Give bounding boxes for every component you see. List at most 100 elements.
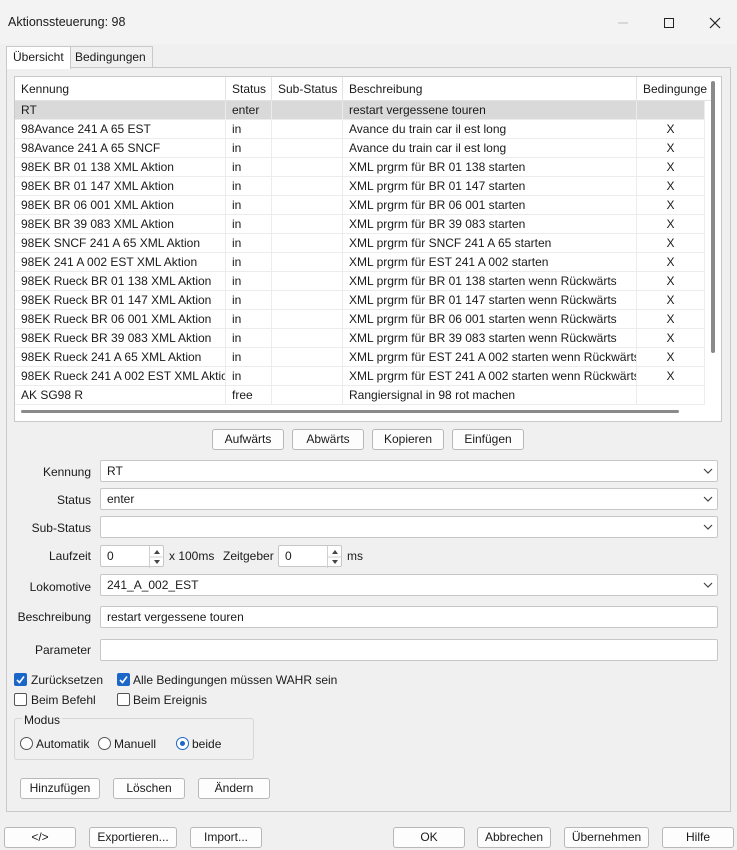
- spin-arrows-icon[interactable]: [150, 546, 164, 568]
- help-button[interactable]: Hilfe: [662, 827, 734, 848]
- beim-ereignis-label[interactable]: Beim Ereignis: [133, 693, 207, 707]
- table-row[interactable]: 98Avance 241 A 65 EST in Avance du train c…: [15, 120, 705, 139]
- table-row[interactable]: 98EK BR 01 138 XML Aktion in XML prgrm für…: [15, 158, 705, 177]
- cell-status: in: [226, 329, 272, 348]
- modus-automatik-radio[interactable]: [20, 737, 33, 750]
- kennung-value: RT: [107, 464, 123, 478]
- minimize-icon[interactable]: [600, 8, 646, 38]
- cancel-button[interactable]: Abbrechen: [477, 827, 551, 848]
- kennung-combo[interactable]: RT: [100, 460, 718, 482]
- cell-bedingungen: X: [637, 234, 705, 253]
- cell-substatus: [272, 367, 343, 386]
- table-row[interactable]: 98EK 241 A 002 EST XML Aktion in XML prgrm…: [15, 253, 705, 272]
- cell-substatus: [272, 158, 343, 177]
- move-down-button[interactable]: Abwärts: [292, 429, 364, 450]
- zuruecksetzen-checkbox[interactable]: [14, 673, 27, 686]
- cell-bedingungen: X: [637, 253, 705, 272]
- checkmark-icon: [119, 676, 128, 684]
- ok-button[interactable]: OK: [393, 827, 465, 848]
- cell-substatus: [272, 272, 343, 291]
- cell-beschreibung: XML prgrm für BR 06 001 starten: [343, 196, 637, 215]
- table-row[interactable]: 98EK BR 01 147 XML Aktion in XML prgrm für…: [15, 177, 705, 196]
- col-substatus-header[interactable]: Sub-Status: [272, 77, 343, 101]
- zeitgeber-unit: ms: [347, 549, 363, 563]
- cell-status: in: [226, 234, 272, 253]
- spin-arrows-icon[interactable]: [328, 546, 342, 568]
- cell-bedingungen: [637, 101, 705, 120]
- table-row[interactable]: 98EK BR 39 083 XML Aktion in XML prgrm für…: [15, 215, 705, 234]
- table-row[interactable]: AK SG98 Rfree Rangiersignal in 98 rot mac…: [15, 386, 705, 405]
- table-row[interactable]: 98EK Rueck 241 A 65 XML Aktion in XML prgr…: [15, 348, 705, 367]
- cell-kennung: 98EK BR 39 083 XML Aktion: [15, 215, 226, 234]
- col-kennung-header[interactable]: Kennung: [15, 77, 226, 101]
- cell-bedingungen: X: [637, 215, 705, 234]
- chevron-down-icon: [703, 468, 713, 474]
- cell-beschreibung: Rangiersignal in 98 rot machen: [343, 386, 637, 405]
- col-bedingungen-header[interactable]: Bedingunge: [637, 77, 715, 101]
- maximize-icon[interactable]: [646, 8, 692, 38]
- modus-beide-radio[interactable]: [176, 737, 189, 750]
- tab-bedingungen[interactable]: Bedingungen: [68, 46, 153, 68]
- tab-uebersicht[interactable]: Übersicht: [6, 46, 71, 69]
- col-status-header[interactable]: Status: [226, 77, 272, 101]
- modus-beide-label[interactable]: beide: [192, 737, 221, 751]
- table-row[interactable]: 98EK Rueck BR 01 138 XML Aktion in XML prg…: [15, 272, 705, 291]
- beim-befehl-checkbox[interactable]: [14, 693, 27, 706]
- cell-beschreibung: XML prgrm für BR 01 147 starten: [343, 177, 637, 196]
- paste-button[interactable]: Einfügen: [452, 429, 524, 450]
- cell-substatus: [272, 234, 343, 253]
- apply-button[interactable]: Übernehmen: [564, 827, 649, 848]
- import-button[interactable]: Import...: [190, 827, 262, 848]
- table-row[interactable]: RT enter restart vergessene touren: [15, 101, 705, 120]
- table-row[interactable]: 98Avance 241 A 65 SNCF in Avance du train …: [15, 139, 705, 158]
- zeitgeber-spinner[interactable]: 0: [278, 545, 342, 568]
- table-row[interactable]: 98EK Rueck BR 39 083 XML Aktion in XML prg…: [15, 329, 705, 348]
- modus-automatik-label[interactable]: Automatik: [36, 737, 89, 751]
- checkmark-icon: [16, 676, 25, 684]
- cell-status: in: [226, 158, 272, 177]
- copy-button[interactable]: Kopieren: [372, 429, 444, 450]
- cell-status: in: [226, 196, 272, 215]
- status-combo[interactable]: enter: [100, 488, 718, 510]
- lokomotive-combo[interactable]: 241_A_002_EST: [100, 574, 718, 596]
- cell-kennung: 98EK BR 01 147 XML Aktion: [15, 177, 226, 196]
- move-up-button[interactable]: Aufwärts: [212, 429, 284, 450]
- laufzeit-spinner[interactable]: 0: [100, 545, 164, 568]
- change-button[interactable]: Ändern: [198, 778, 270, 799]
- vertical-scrollbar[interactable]: [711, 81, 715, 353]
- parameter-input[interactable]: [100, 639, 718, 661]
- table-header: Kennung Status Sub-Status Beschreibung B…: [15, 77, 715, 101]
- code-button[interactable]: </>: [4, 827, 76, 848]
- beschreibung-label: Beschreibung: [17, 610, 91, 624]
- modus-manuell-label[interactable]: Manuell: [114, 737, 156, 751]
- delete-button[interactable]: Löschen: [113, 778, 185, 799]
- table-row[interactable]: 98EK SNCF 241 A 65 XML Aktion in XML prgrm…: [15, 234, 705, 253]
- modus-manuell-radio[interactable]: [98, 737, 111, 750]
- table-row[interactable]: 98EK Rueck BR 06 001 XML Aktion in XML prg…: [15, 310, 705, 329]
- spin-buttons[interactable]: [149, 546, 164, 568]
- cell-status: in: [226, 348, 272, 367]
- beim-ereignis-checkbox[interactable]: [117, 693, 130, 706]
- alle-bedingungen-label[interactable]: Alle Bedingungen müssen WAHR sein: [133, 673, 337, 687]
- cell-substatus: [272, 120, 343, 139]
- col-beschreibung-header[interactable]: Beschreibung: [343, 77, 637, 101]
- beschreibung-input[interactable]: restart vergessene touren: [100, 606, 718, 628]
- cell-substatus: [272, 291, 343, 310]
- cell-status: in: [226, 120, 272, 139]
- table-row[interactable]: 98EK Rueck BR 01 147 XML Aktion in XML prg…: [15, 291, 705, 310]
- action-table[interactable]: Kennung Status Sub-Status Beschreibung B…: [14, 76, 722, 422]
- add-button[interactable]: Hinzufügen: [20, 778, 100, 799]
- spin-buttons[interactable]: [327, 546, 342, 568]
- export-button[interactable]: Exportieren...: [89, 827, 177, 848]
- cell-bedingungen: X: [637, 310, 705, 329]
- horizontal-scrollbar[interactable]: [21, 410, 679, 413]
- alle-bedingungen-checkbox[interactable]: [117, 673, 130, 686]
- cell-status: in: [226, 177, 272, 196]
- sub-status-combo[interactable]: [100, 516, 718, 538]
- table-row[interactable]: 98EK Rueck 241 A 002 EST XML Aktion in XML…: [15, 367, 705, 386]
- close-icon[interactable]: [692, 8, 737, 38]
- cell-beschreibung: XML prgrm für BR 39 083 starten: [343, 215, 637, 234]
- table-row[interactable]: 98EK BR 06 001 XML Aktion in XML prgrm für…: [15, 196, 705, 215]
- zuruecksetzen-label[interactable]: Zurücksetzen: [31, 673, 103, 687]
- beim-befehl-label[interactable]: Beim Befehl: [31, 693, 96, 707]
